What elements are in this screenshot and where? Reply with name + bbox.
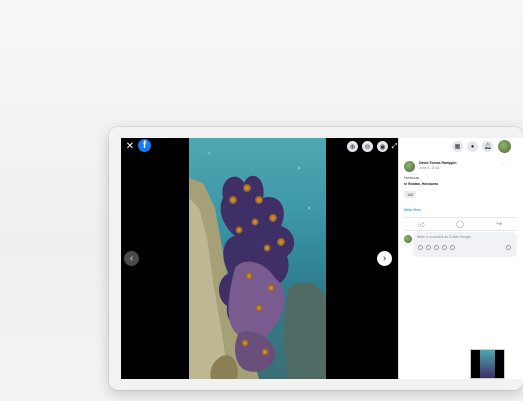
see-more-link[interactable]: Write More [404, 208, 421, 213]
camera-icon[interactable] [426, 245, 431, 250]
gif-icon[interactable] [434, 245, 439, 250]
previous-photo-button[interactable]: ‹ [124, 251, 139, 266]
messenger-icon[interactable]: ● [467, 141, 478, 152]
zoom-in-icon[interactable]: ⊕ [347, 141, 358, 152]
like-icon[interactable]: 👍︎ [416, 220, 426, 229]
tablet-screen: ✕ f ⊕ ⊖ ◉ ⤢ ‹ › ▦ ● 🔔︎ David Tomas Rampp… [121, 138, 523, 379]
commenter-avatar [404, 235, 412, 243]
more-options-icon[interactable]: ··· [502, 162, 506, 167]
zoom-out-icon[interactable]: ⊖ [362, 141, 373, 152]
notifications-icon[interactable]: 🔔︎ [482, 141, 493, 152]
author-avatar[interactable] [404, 161, 415, 172]
tablet-frame: ✕ f ⊕ ⊖ ◉ ⤢ ‹ › ▦ ● 🔔︎ David Tomas Rampp… [109, 127, 523, 390]
top-bar: ▦ ● 🔔︎ [399, 138, 523, 156]
tag-icon[interactable]: ◉ [377, 141, 388, 152]
photo-thumbnail[interactable] [470, 349, 505, 379]
share-icon[interactable]: ↪ [494, 220, 504, 228]
caption-location[interactable]: in Roatan, Honduras [404, 182, 438, 187]
post-timestamp[interactable]: June 8, 2018 · [419, 166, 441, 171]
next-photo-button[interactable]: › [377, 251, 392, 266]
caption-line-1: Honduras [404, 176, 420, 180]
author-name[interactable]: David Tomas Ramppin [419, 161, 456, 166]
coral-photo [189, 138, 326, 379]
divider [404, 217, 517, 218]
close-icon[interactable]: ✕ [124, 140, 136, 152]
avatar-sticker-icon[interactable] [450, 245, 455, 250]
expand-icon[interactable]: ⤢ [391, 141, 398, 152]
emoji-icon[interactable] [418, 245, 423, 250]
sticker-icon[interactable] [442, 245, 447, 250]
thumbnail-image [480, 350, 495, 378]
reaction-chip[interactable]: 140 [404, 191, 416, 198]
send-icon[interactable] [506, 245, 511, 250]
photo-viewer: ✕ f ⊕ ⊖ ◉ ⤢ ‹ › [121, 138, 398, 379]
post-details-panel: ▦ ● 🔔︎ David Tomas Ramppin June 8, 2018 … [398, 138, 523, 379]
comment-icon[interactable]: ◯ [455, 220, 465, 228]
coral-illustration [189, 151, 326, 379]
comment-placeholder: Write a comment as Guitar Ranger [417, 235, 472, 239]
divider [404, 230, 517, 231]
profile-avatar[interactable] [498, 140, 511, 153]
facebook-logo[interactable]: f [138, 139, 151, 152]
comment-input[interactable]: Write a comment as Guitar Ranger [413, 232, 517, 257]
menu-icon[interactable]: ▦ [452, 141, 463, 152]
